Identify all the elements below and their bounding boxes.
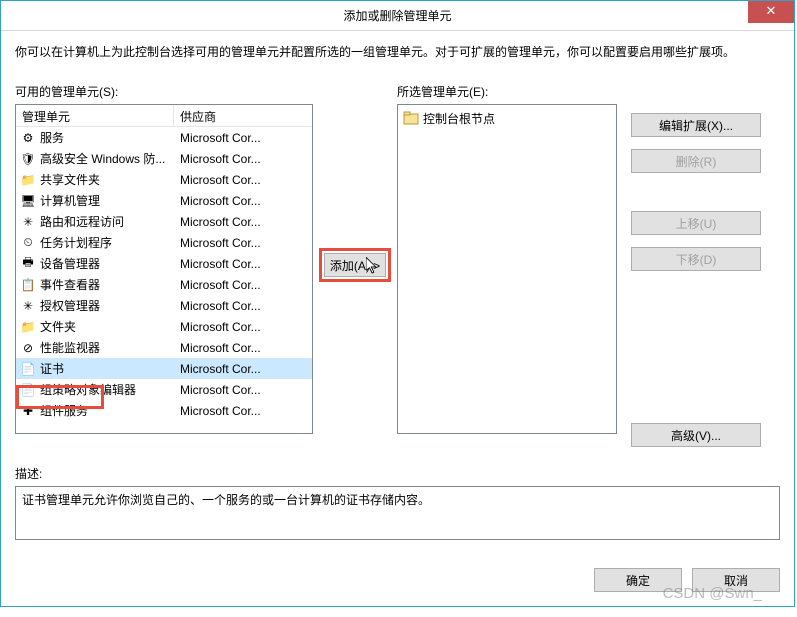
snapin-name: 证书 (40, 360, 180, 377)
snapin-vendor: Microsoft Cor... (180, 131, 308, 145)
move-down-button[interactable]: 下移(D) (631, 247, 761, 271)
snapin-name: 共享文件夹 (40, 171, 180, 188)
snapin-vendor: Microsoft Cor... (180, 257, 308, 271)
device-icon: 🖶 (20, 256, 36, 272)
ok-button[interactable]: 确定 (594, 568, 682, 592)
selected-snapins-tree[interactable]: 控制台根节点 (397, 104, 617, 434)
certificate-icon: 📄 (20, 361, 36, 377)
snapin-row[interactable]: ⊘性能监视器Microsoft Cor... (16, 337, 312, 358)
cancel-button[interactable]: 取消 (692, 568, 780, 592)
event-icon: 📋 (20, 277, 36, 293)
snapin-vendor: Microsoft Cor... (180, 404, 308, 418)
component-icon: ✚ (20, 403, 36, 419)
col-header-vendor[interactable]: 供应商 (174, 105, 312, 126)
snapin-vendor: Microsoft Cor... (180, 299, 308, 313)
snapin-vendor: Microsoft Cor... (180, 194, 308, 208)
dialog-footer: 确定 取消 (1, 554, 794, 606)
snapin-row[interactable]: 🖥计算机管理Microsoft Cor... (16, 190, 312, 211)
folder-icon: 📁 (20, 319, 36, 335)
snapin-name: 设备管理器 (40, 255, 180, 272)
remove-button[interactable]: 删除(R) (631, 149, 761, 173)
snapin-name: 高级安全 Windows 防... (40, 150, 180, 167)
snapin-name: 任务计划程序 (40, 234, 180, 251)
snapin-row[interactable]: 📁共享文件夹Microsoft Cor... (16, 169, 312, 190)
snapin-name: 计算机管理 (40, 192, 180, 209)
edit-extensions-button[interactable]: 编辑扩展(X)... (631, 113, 761, 137)
key-icon: ✳ (20, 298, 36, 314)
highlight-add-button: 添加(A) > (319, 248, 391, 282)
snapin-vendor: Microsoft Cor... (180, 236, 308, 250)
folder-share-icon: 📁 (20, 172, 36, 188)
snapin-name: 性能监视器 (40, 339, 180, 356)
snapin-row[interactable]: ⚙服务Microsoft Cor... (16, 127, 312, 148)
clock-icon: ⏲ (20, 235, 36, 251)
snapin-vendor: Microsoft Cor... (180, 341, 308, 355)
available-snapins-list[interactable]: 管理单元 供应商 ⚙服务Microsoft Cor...🛡高级安全 Window… (15, 104, 313, 434)
network-icon: ✳ (20, 214, 36, 230)
col-header-name[interactable]: 管理单元 (16, 105, 174, 126)
snapin-name: 授权管理器 (40, 297, 180, 314)
list-header: 管理单元 供应商 (16, 105, 312, 127)
snapin-row[interactable]: ✳授权管理器Microsoft Cor... (16, 295, 312, 316)
snapin-vendor: Microsoft Cor... (180, 278, 308, 292)
titlebar: 添加或删除管理单元 ✕ (1, 1, 794, 31)
available-label: 可用的管理单元(S): (15, 83, 313, 100)
gear-icon: ⚙ (20, 130, 36, 146)
snapin-name: 事件查看器 (40, 276, 180, 293)
snapin-row[interactable]: 📄证书Microsoft Cor... (16, 358, 312, 379)
tree-root-label: 控制台根节点 (423, 110, 495, 127)
selected-label: 所选管理单元(E): (397, 83, 617, 100)
shield-icon: 🛡 (20, 151, 36, 167)
description-label: 描述: (15, 465, 780, 482)
snapin-row[interactable]: 📄组策略对象编辑器Microsoft Cor... (16, 379, 312, 400)
close-button[interactable]: ✕ (748, 1, 794, 23)
snapin-name: 组策略对象编辑器 (40, 381, 180, 398)
snapin-row[interactable]: 🛡高级安全 Windows 防...Microsoft Cor... (16, 148, 312, 169)
snapin-vendor: Microsoft Cor... (180, 362, 308, 376)
snapin-vendor: Microsoft Cor... (180, 215, 308, 229)
snapin-row[interactable]: 🖶设备管理器Microsoft Cor... (16, 253, 312, 274)
computer-icon: 🖥 (20, 193, 36, 209)
snapin-name: 路由和远程访问 (40, 213, 180, 230)
snapin-row[interactable]: ⏲任务计划程序Microsoft Cor... (16, 232, 312, 253)
advanced-button[interactable]: 高级(V)... (631, 423, 761, 447)
snapin-vendor: Microsoft Cor... (180, 152, 308, 166)
snapin-row[interactable]: ✳路由和远程访问Microsoft Cor... (16, 211, 312, 232)
snapin-name: 文件夹 (40, 318, 180, 335)
description-text: 证书管理单元允许你浏览自己的、一个服务的或一台计算机的证书存储内容。 (22, 493, 430, 507)
console-root-icon (403, 110, 419, 126)
titlebar-title: 添加或删除管理单元 (343, 7, 451, 24)
snapin-name: 服务 (40, 129, 180, 146)
add-button[interactable]: 添加(A) > (324, 253, 386, 277)
tree-root-item[interactable]: 控制台根节点 (401, 108, 613, 128)
snapin-vendor: Microsoft Cor... (180, 383, 308, 397)
snapin-row[interactable]: 📋事件查看器Microsoft Cor... (16, 274, 312, 295)
snapin-row[interactable]: 📁文件夹Microsoft Cor... (16, 316, 312, 337)
snapin-name: 组件服务 (40, 402, 180, 419)
dialog-window: 添加或删除管理单元 ✕ 你可以在计算机上为此控制台选择可用的管理单元并配置所选的… (0, 0, 795, 607)
snapin-row[interactable]: ✚组件服务Microsoft Cor... (16, 400, 312, 421)
snapin-vendor: Microsoft Cor... (180, 173, 308, 187)
instruction-text: 你可以在计算机上为此控制台选择可用的管理单元并配置所选的一组管理单元。对于可扩展… (15, 43, 780, 61)
description-box: 证书管理单元允许你浏览自己的、一个服务的或一台计算机的证书存储内容。 (15, 486, 780, 540)
move-up-button[interactable]: 上移(U) (631, 211, 761, 235)
perf-icon: ⊘ (20, 340, 36, 356)
policy-icon: 📄 (20, 382, 36, 398)
snapin-vendor: Microsoft Cor... (180, 320, 308, 334)
